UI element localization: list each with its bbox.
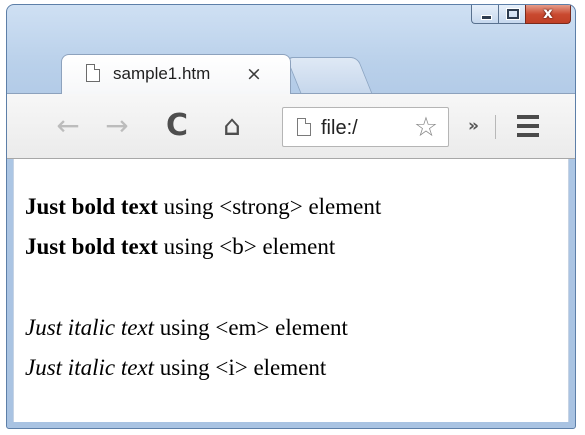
toolbar-divider xyxy=(495,115,496,139)
address-url[interactable]: file:/ xyxy=(321,114,401,142)
new-tab-button[interactable] xyxy=(285,57,373,93)
content-line: Just bold text using <strong> element xyxy=(25,192,381,222)
window-caption-buttons: x xyxy=(471,4,571,24)
italic-text: Just italic text xyxy=(25,355,155,380)
minimize-icon xyxy=(481,15,492,20)
content-line: Just italic text using <i> element xyxy=(25,353,326,383)
content-line: Just bold text using <b> element xyxy=(25,232,335,262)
browser-window: x sample1.htm × ← → C ⌂ file:/ ☆ » Just … xyxy=(6,4,576,429)
line-text: using <i> element xyxy=(154,355,327,380)
maximize-button[interactable] xyxy=(498,5,525,24)
overflow-chevron-icon[interactable]: » xyxy=(468,111,494,141)
italic-text: Just italic text xyxy=(25,315,155,340)
page-icon xyxy=(297,118,311,136)
hamburger-menu-icon[interactable] xyxy=(517,115,539,137)
line-text: using <em> element xyxy=(154,315,348,340)
page-icon xyxy=(86,64,100,82)
browser-toolbar: ← → C ⌂ file:/ ☆ » xyxy=(7,93,575,159)
address-bar[interactable]: file:/ ☆ xyxy=(282,107,449,147)
close-window-button[interactable]: x xyxy=(525,4,571,24)
tab-close-icon[interactable]: × xyxy=(242,62,266,86)
page-content: Just bold text using <strong> element Ju… xyxy=(13,159,569,422)
reload-icon[interactable]: C xyxy=(160,109,194,143)
bold-text: Just bold text xyxy=(25,194,158,219)
tab-sample1[interactable]: sample1.htm × xyxy=(61,54,291,94)
home-icon[interactable]: ⌂ xyxy=(215,109,249,143)
line-text: using <b> element xyxy=(157,234,336,259)
back-arrow-icon[interactable]: ← xyxy=(51,109,85,143)
content-line: Just italic text using <em> element xyxy=(25,313,348,343)
bold-text: Just bold text xyxy=(25,234,158,259)
bookmark-star-icon[interactable]: ☆ xyxy=(409,111,443,145)
minimize-button[interactable] xyxy=(471,5,498,24)
maximize-icon xyxy=(506,8,520,20)
close-icon: x xyxy=(543,4,553,22)
forward-arrow-icon[interactable]: → xyxy=(100,109,134,143)
line-text: using <strong> element xyxy=(157,194,382,219)
tab-title: sample1.htm xyxy=(113,64,211,83)
